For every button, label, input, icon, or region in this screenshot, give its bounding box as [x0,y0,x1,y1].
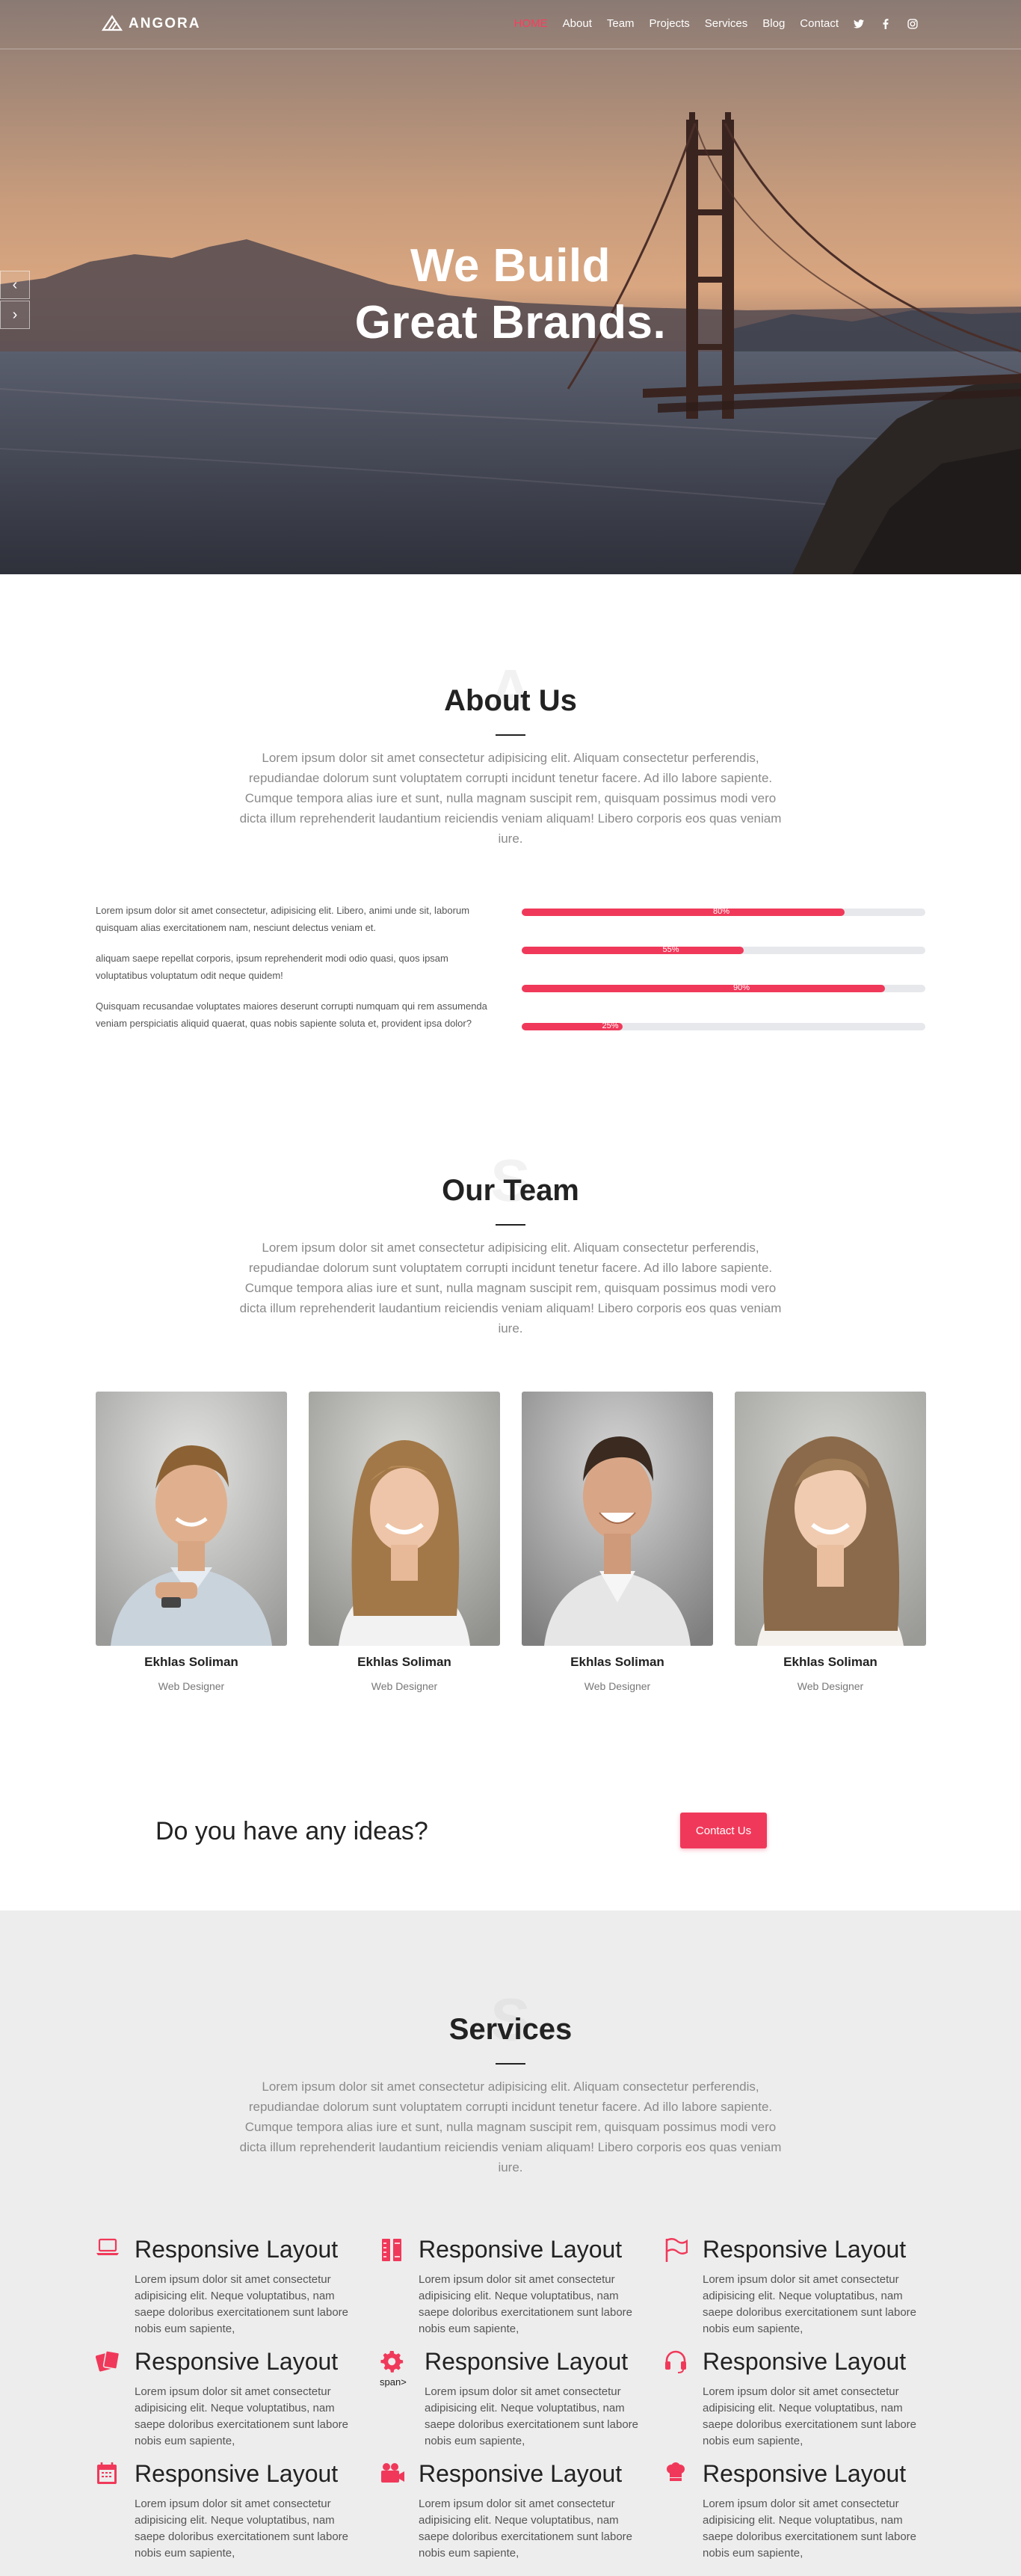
about-paragraph: aliquam saepe repellat corporis, ipsum r… [96,953,448,981]
service-title: Responsive Layout [703,2460,907,2487]
contact-us-button[interactable]: Contact Us [680,1813,767,1848]
nav-link-about[interactable]: About [563,16,592,31]
skill-bar: 55% [522,945,925,954]
member-role: Web Designer [584,1680,651,1692]
service-extra-label: span> [380,2376,407,2388]
services-title: Services [448,2013,573,2046]
about-paragraph: Quisquam recusandae voluptates maiores d… [96,1000,487,1029]
service-title: Responsive Layout [135,2348,339,2375]
nav-link-services[interactable]: Services [705,16,748,31]
nav-link-team[interactable]: Team [607,16,635,31]
member-role: Web Designer [158,1680,225,1692]
nav-link-projects[interactable]: Projects [650,16,690,31]
service-title: Responsive Layout [425,2348,629,2375]
nav-link-blog[interactable]: Blog [762,16,785,31]
member-name: Ekhlas Soliman [783,1655,877,1669]
cta-text: Do you have any ideas? [155,1817,428,1845]
service-description: Lorem ipsum dolor sit amet consectetur a… [135,2273,349,2335]
pencil-ruler-icon [380,2237,405,2263]
member-role: Web Designer [371,1680,438,1692]
calendar-icon [96,2462,121,2487]
team-member-card[interactable]: Ekhlas Soliman Web Designer [522,1392,713,1692]
logo-icon [102,15,123,31]
skill-bar: 25% [522,1021,925,1030]
skill-percent-label: 80% [713,907,730,916]
brand-logo[interactable]: ANGORA [102,15,200,33]
service-description: Lorem ipsum dolor sit amet consectetur a… [419,2497,633,2560]
member-photo [735,1392,926,1646]
skill-bar-fill [522,909,845,916]
service-title: Responsive Layout [419,2460,623,2487]
skill-bar-fill [522,985,885,992]
team-member-card[interactable]: Ekhlas Soliman Web Designer [735,1392,926,1692]
member-name: Ekhlas Soliman [570,1655,664,1669]
skill-bar-fill [522,947,744,954]
member-name: Ekhlas Soliman [357,1655,451,1669]
team-title: Our Team [442,1174,579,1207]
nav-link-home[interactable]: HOME [514,16,548,31]
team-title-rule [496,1224,525,1226]
services-lead: Lorem ipsum dolor sit amet consectetur a… [239,2079,782,2174]
instagram-icon[interactable] [906,17,919,31]
service-title: Responsive Layout [135,2236,339,2263]
services-title-rule [496,2063,525,2065]
twitter-icon[interactable] [852,17,866,31]
service-description: Lorem ipsum dolor sit amet consectetur a… [419,2273,633,2335]
service-description: Lorem ipsum dolor sit amet consectetur a… [703,2497,917,2560]
cards-icon [96,2349,121,2375]
nav-link-contact[interactable]: Contact [800,16,839,31]
team-member-card[interactable]: Ekhlas Soliman Web Designer [309,1392,500,1692]
gear-icon [380,2349,405,2375]
facebook-icon[interactable] [879,17,892,31]
top-navbar: ANGORA HOME About Team Projects Services… [0,0,1021,49]
member-photo [522,1392,713,1646]
hero-title-line2: Great Brands. [354,297,667,348]
service-description: Lorem ipsum dolor sit amet consectetur a… [703,2385,917,2447]
chef-icon [664,2462,689,2487]
team-lead: Lorem ipsum dolor sit amet consectetur a… [239,1241,782,1335]
skill-percent-label: 25% [602,1021,619,1030]
hero-title: We Build Great Brands. [0,238,1021,351]
laptop-icon [96,2237,121,2263]
service-description: Lorem ipsum dolor sit amet consectetur a… [135,2497,349,2560]
member-name: Ekhlas Soliman [144,1655,238,1669]
hero-title-line1: We Build [410,240,611,292]
service-title: Responsive Layout [703,2236,907,2263]
flag-icon [664,2237,689,2263]
skill-percent-label: 55% [662,945,679,954]
about-lead: Lorem ipsum dolor sit amet consectetur a… [239,751,782,846]
member-role: Web Designer [797,1680,864,1692]
about-paragraph: Lorem ipsum dolor sit amet consectetur, … [96,905,470,933]
service-description: Lorem ipsum dolor sit amet consectetur a… [425,2385,639,2447]
member-photo [309,1392,500,1646]
services-section: S Services Lorem ipsum dolor sit amet co… [0,1911,1021,2576]
headset-icon [664,2349,689,2375]
skill-bar: 90% [522,983,925,992]
service-title: Responsive Layout [703,2348,907,2375]
service-description: Lorem ipsum dolor sit amet consectetur a… [703,2273,917,2335]
hero-section: ANGORA HOME About Team Projects Services… [0,0,1021,574]
main-menu: HOME About Team Projects Services Blog C… [499,16,919,31]
skill-percent-label: 90% [733,983,750,992]
skill-bar: 80% [522,907,925,916]
about-title: About Us [444,684,577,717]
service-description: Lorem ipsum dolor sit amet consectetur a… [135,2385,349,2447]
service-title: Responsive Layout [135,2460,339,2487]
about-title-rule [496,734,525,736]
service-title: Responsive Layout [419,2236,623,2263]
member-photo [96,1392,287,1646]
team-member-card[interactable]: Ekhlas Soliman Web Designer [96,1392,287,1692]
brand-name: ANGORA [129,16,201,31]
video-camera-icon [380,2462,405,2487]
